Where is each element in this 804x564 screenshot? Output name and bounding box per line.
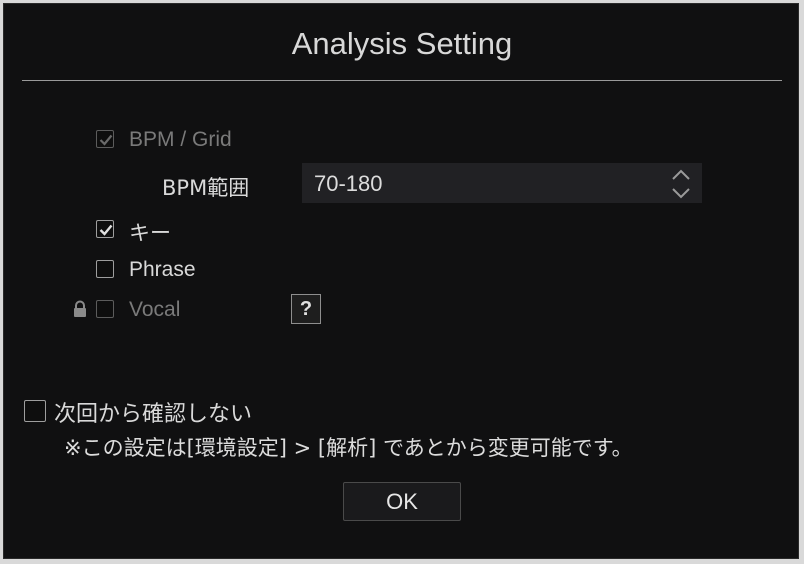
title-divider	[22, 80, 782, 81]
dont-ask-again-checkbox[interactable]	[24, 400, 46, 422]
key-label: キー	[129, 221, 171, 245]
phrase-label: Phrase	[129, 258, 196, 281]
analysis-setting-dialog: Analysis Setting BPM / Grid BPM範囲 70-180…	[3, 3, 799, 559]
bpm-range-value: 70-180	[314, 171, 383, 196]
checkmark-icon	[99, 224, 113, 236]
bpm-range-label: BPM範囲	[162, 176, 250, 200]
vocal-checkbox	[96, 300, 114, 318]
phrase-checkbox[interactable]	[96, 260, 114, 278]
settings-note: ※この設定は[環境設定] > [解析] であとから変更可能です。	[64, 436, 633, 460]
help-icon[interactable]: ?	[291, 294, 321, 324]
dialog-title: Analysis Setting	[291, 26, 513, 61]
dont-ask-again-label: 次回から確認しない	[54, 402, 253, 427]
lock-icon	[74, 300, 86, 317]
bpm-grid-checkbox	[96, 130, 114, 148]
key-checkbox[interactable]	[96, 220, 114, 238]
bpm-grid-label: BPM / Grid	[129, 128, 232, 151]
vocal-label: Vocal	[129, 298, 181, 321]
ok-button[interactable]: OK	[343, 482, 461, 521]
checkmark-icon	[99, 134, 113, 146]
bpm-range-select[interactable]: 70-180	[302, 163, 702, 203]
up-down-arrows-icon[interactable]	[670, 168, 692, 200]
